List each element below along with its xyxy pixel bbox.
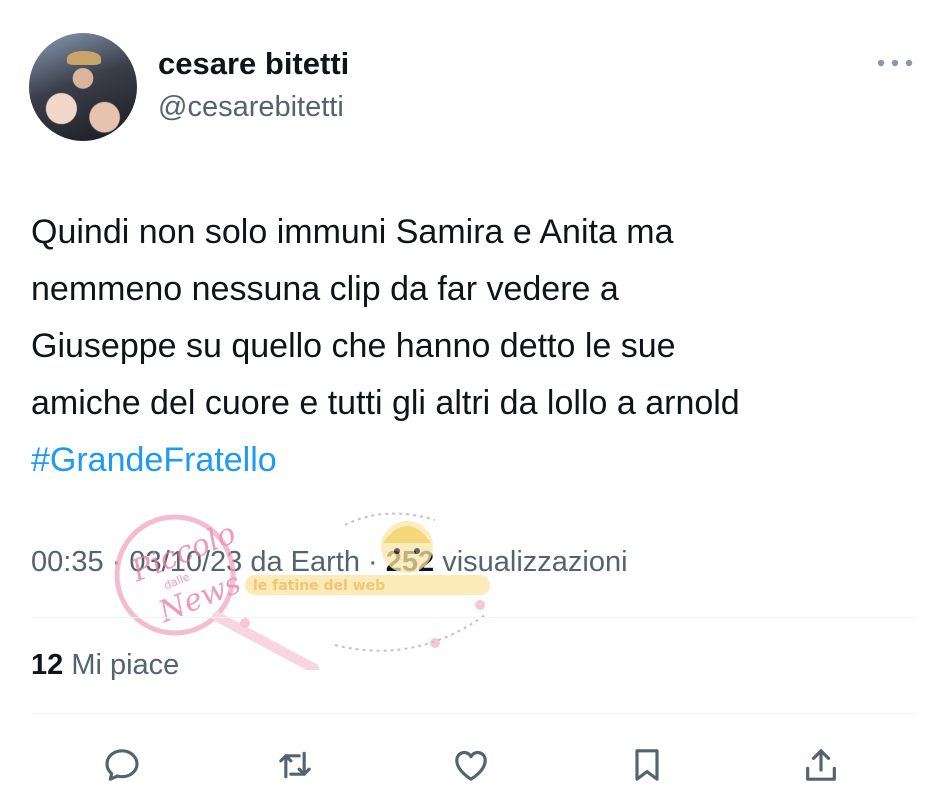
reply-icon — [105, 749, 139, 781]
tweet-date[interactable]: 03/10/23 — [129, 546, 242, 578]
tweet-line: nemmeno nessuna clip da far vedere a — [31, 270, 619, 308]
share-button[interactable] — [796, 740, 846, 790]
tweet-line: amiche del cuore e tutti gli altri da lo… — [31, 384, 740, 422]
retweet-icon — [279, 751, 311, 779]
tweet-meta: 00:35 · 03/10/23 da Earth · 252 visualiz… — [31, 546, 628, 579]
views-label: visualizzazioni — [442, 546, 628, 578]
reply-button[interactable] — [97, 740, 147, 790]
retweet-button[interactable] — [270, 740, 320, 790]
meta-separator: · — [111, 546, 122, 578]
meta-separator: · — [368, 546, 378, 578]
avatar-hat-detail — [67, 51, 101, 65]
hashtag-link[interactable]: #GrandeFratello — [31, 432, 921, 489]
display-name[interactable]: cesare bitetti — [158, 46, 349, 82]
user-handle[interactable]: @cesarebitetti — [158, 91, 344, 124]
likes-summary[interactable]: 12 Mi piace — [31, 649, 179, 682]
heart-icon — [455, 750, 487, 781]
tweet-text: Quindi non solo immuni Samira e Anita ma… — [31, 204, 921, 489]
tweet-line: Giuseppe su quello che hanno detto le su… — [31, 327, 676, 365]
svg-text:le fatine del web: le fatine del web — [253, 578, 385, 594]
tweet-time[interactable]: 00:35 — [31, 546, 104, 578]
tweet-line: Quindi non solo immuni Samira e Anita ma — [31, 213, 674, 251]
more-horizontal-icon — [877, 59, 913, 67]
watermark-logo: Piccolo dalle News le fatine del web — [114, 512, 490, 670]
likes-count: 12 — [31, 649, 64, 681]
views-count: 252 — [385, 546, 435, 578]
likes-label: Mi piace — [71, 649, 180, 681]
divider — [31, 713, 916, 714]
tweet-source: da Earth — [250, 546, 360, 578]
avatar[interactable] — [29, 33, 137, 141]
like-button[interactable] — [446, 740, 496, 790]
bookmark-button[interactable] — [622, 740, 672, 790]
bookmark-icon — [635, 749, 659, 781]
more-options-button[interactable] — [873, 52, 917, 74]
share-icon — [806, 749, 836, 781]
divider — [31, 617, 916, 618]
